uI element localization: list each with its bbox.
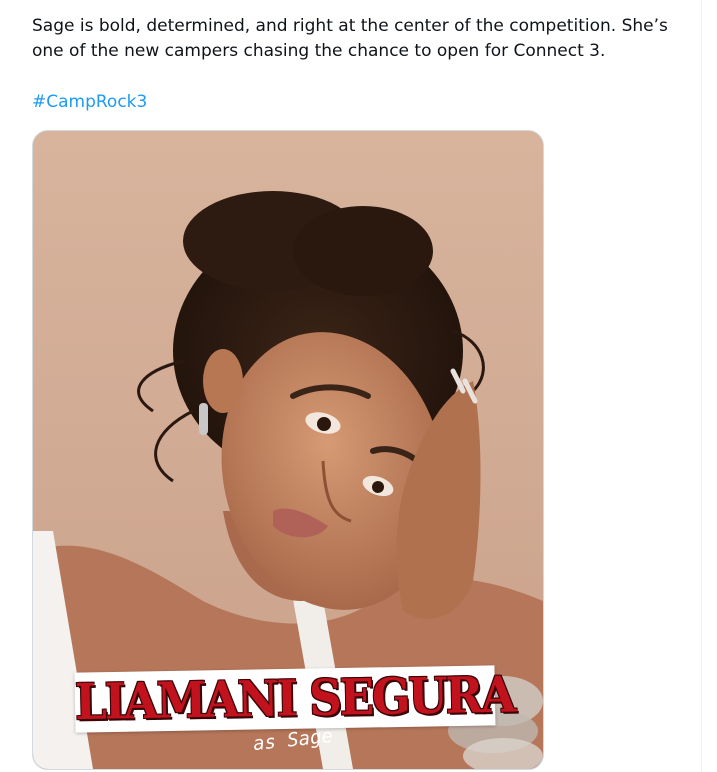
tweet-media-image[interactable]: LIAMANI SEGURA as Sage: [32, 130, 544, 770]
tweet-detail: Sage is bold, determined, and right at t…: [0, 0, 717, 772]
hashtag-link[interactable]: #CampRock3: [32, 90, 147, 115]
tweet-text-line-1: Sage is bold, determined, and right at t…: [32, 16, 668, 36]
column-divider: [701, 0, 702, 772]
caption-name: LIAMANI SEGURA: [74, 665, 515, 732]
tweet-text: Sage is bold, determined, and right at t…: [32, 14, 682, 64]
tweet-text-line-2: one of the new campers chasing the chanc…: [32, 41, 606, 61]
